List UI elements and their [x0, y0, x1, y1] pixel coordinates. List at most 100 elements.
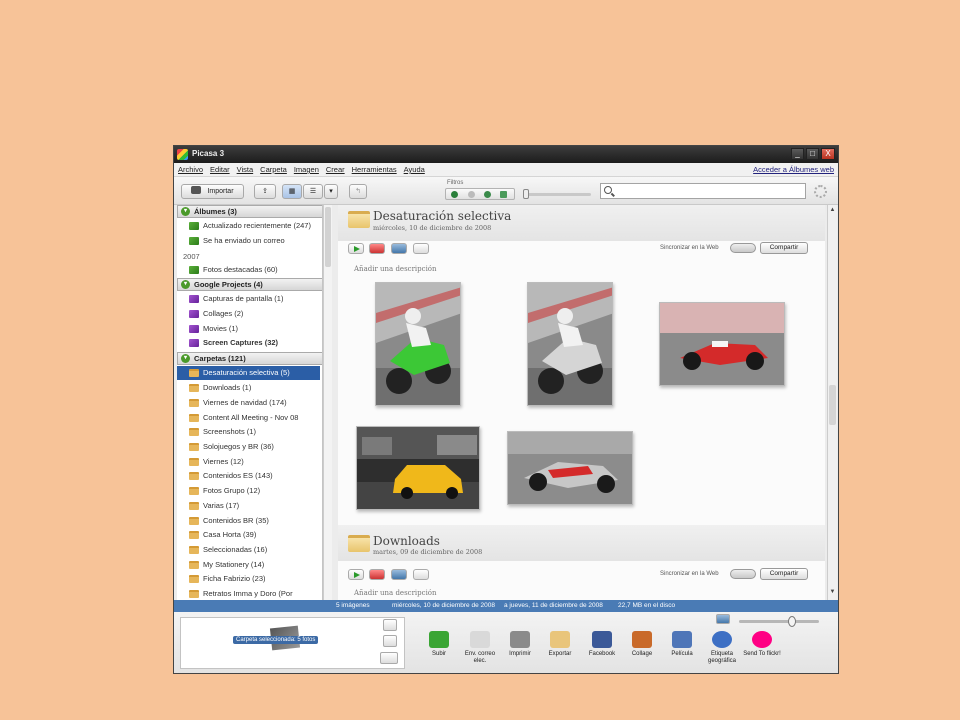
gear-icon[interactable]: [814, 185, 827, 198]
photo-motorbike-green[interactable]: [375, 282, 461, 406]
folder-item[interactable]: Fotos Grupo (12): [177, 484, 320, 498]
folder-item[interactable]: Ficha Fabrizio (23): [177, 572, 320, 586]
photo-f1-mclaren[interactable]: [507, 431, 633, 505]
folders-header[interactable]: ▾ Carpetas (121): [177, 352, 322, 365]
upload-icon[interactable]: ⇪: [254, 184, 276, 199]
folder-item[interactable]: Casa Horta (39): [177, 528, 320, 542]
menu-imagen[interactable]: Imagen: [294, 165, 319, 174]
project-item[interactable]: Screen Captures (32): [177, 336, 320, 350]
photo-f1-ferrari[interactable]: [659, 302, 785, 386]
scroll-down-icon[interactable]: ▼: [829, 589, 836, 597]
projects-header[interactable]: ▾ Google Projects (4): [177, 278, 322, 291]
web-albums-link[interactable]: Acceder a Álbumes web: [753, 165, 834, 174]
email-button[interactable]: Env. correo elec.: [460, 631, 500, 665]
album-item[interactable]: Se ha enviado un correo: [177, 234, 320, 248]
import-button[interactable]: Importar: [181, 184, 244, 199]
folder-item[interactable]: Contenidos ES (143): [177, 469, 320, 483]
folder-item[interactable]: Contenidos BR (35): [177, 514, 320, 528]
share-button[interactable]: Compartir: [760, 568, 808, 580]
sync-toggle[interactable]: [730, 569, 756, 579]
library-view-icon[interactable]: ▦: [282, 184, 302, 199]
folder-item[interactable]: Content All Meeting - Nov 08: [177, 411, 320, 425]
movie-icon[interactable]: [391, 243, 407, 254]
menu-ayuda[interactable]: Ayuda: [404, 165, 425, 174]
flickr-button[interactable]: Send To flickr!: [742, 631, 782, 658]
print-button[interactable]: Imprimir: [500, 631, 540, 658]
geotag-button[interactable]: Etiqueta geográfica: [702, 631, 742, 665]
collage-button[interactable]: Collage: [622, 631, 662, 658]
hold-pin-icon[interactable]: [383, 619, 397, 631]
add-description[interactable]: Añadir una descripción: [354, 265, 437, 273]
album-share-icon[interactable]: [413, 569, 429, 580]
photo-motorbike-grey[interactable]: [527, 282, 613, 406]
clear-selection-icon[interactable]: [383, 635, 397, 647]
folder-item[interactable]: Solojuegos y BR (36): [177, 440, 320, 454]
folder-item[interactable]: Screenshots (1): [177, 425, 320, 439]
scroll-thumb[interactable]: [829, 385, 836, 425]
back-arrow-icon[interactable]: ↰: [349, 184, 367, 199]
photo-taxi[interactable]: [356, 426, 480, 510]
face-filter-icon[interactable]: [484, 191, 491, 198]
sync-toggle[interactable]: [730, 243, 756, 253]
scroll-thumb[interactable]: [325, 207, 331, 267]
thumbnail-size-icon[interactable]: [716, 614, 730, 624]
albums-header[interactable]: ▾ Álbumes (3): [177, 205, 322, 218]
project-item[interactable]: Collages (2): [177, 307, 320, 321]
album-share-icon[interactable]: [413, 243, 429, 254]
timeline-view-icon[interactable]: ☰: [303, 184, 323, 199]
collapse-icon[interactable]: ▾: [181, 280, 190, 289]
photo-library-scrollbar[interactable]: ▲ ▼: [827, 205, 837, 600]
play-icon[interactable]: [348, 243, 364, 254]
thumbnail-size-slider[interactable]: [739, 620, 819, 623]
play-icon[interactable]: [348, 569, 364, 580]
folder-item[interactable]: Seleccionadas (16): [177, 543, 320, 557]
movie-filter-icon[interactable]: [468, 191, 475, 198]
folder-item[interactable]: Viernes (12): [177, 455, 320, 469]
folder-icon: [189, 414, 199, 422]
action-label: Imprimir: [509, 651, 531, 657]
scroll-up-icon[interactable]: ▲: [829, 207, 836, 215]
minimize-button[interactable]: _: [791, 148, 804, 160]
share-button[interactable]: Compartir: [760, 242, 808, 254]
movie-icon[interactable]: [391, 569, 407, 580]
folder-list-scrollbar[interactable]: [323, 205, 332, 600]
search-input[interactable]: [600, 183, 806, 199]
album-item[interactable]: Actualizado recientemente (247): [177, 219, 320, 233]
star-filter-icon[interactable]: [451, 191, 458, 198]
folder-item[interactable]: Varias (17): [177, 499, 320, 513]
date-filter-slider[interactable]: [525, 193, 591, 196]
export-button[interactable]: Exportar: [540, 631, 580, 658]
view-dropdown-icon[interactable]: ▾: [324, 184, 338, 199]
folder-item[interactable]: My Stationery (14): [177, 558, 320, 572]
folder-label: Seleccionadas (16): [203, 545, 268, 554]
facebook-button[interactable]: Facebook: [582, 631, 622, 658]
upload-button[interactable]: Subir: [419, 631, 459, 658]
collapse-icon[interactable]: ▾: [181, 354, 190, 363]
folder-item[interactable]: Downloads (1): [177, 381, 320, 395]
album-item[interactable]: Fotos destacadas (60): [177, 263, 320, 277]
menu-vista[interactable]: Vista: [237, 165, 254, 174]
menu-herramientas[interactable]: Herramientas: [352, 165, 397, 174]
label-dropdown-icon[interactable]: [380, 652, 398, 664]
collapse-icon[interactable]: ▾: [181, 207, 190, 216]
project-item[interactable]: Capturas de pantalla (1): [177, 292, 320, 306]
project-item[interactable]: Movies (1): [177, 322, 320, 336]
maximize-button[interactable]: □: [806, 148, 819, 160]
menu-archivo[interactable]: Archivo: [178, 165, 203, 174]
menu-carpeta[interactable]: Carpeta: [260, 165, 287, 174]
menu-crear[interactable]: Crear: [326, 165, 345, 174]
folder-item[interactable]: Viernes de navidad (174): [177, 396, 320, 410]
close-button[interactable]: X: [821, 148, 835, 160]
slideshow-icon[interactable]: [369, 569, 385, 580]
date-filter-knob[interactable]: [523, 189, 529, 199]
folder-item-selected[interactable]: Desaturación selectiva (5): [177, 366, 320, 380]
geotag-filter-icon[interactable]: [500, 191, 507, 198]
folder-item[interactable]: Retratos Imma y Doro (Por: [177, 587, 320, 600]
selection-tray[interactable]: Carpeta seleccionada: 5 fotos: [180, 617, 405, 669]
add-description[interactable]: Añadir una descripción: [354, 589, 437, 597]
movie-button[interactable]: Película: [662, 631, 702, 658]
slideshow-icon[interactable]: [369, 243, 385, 254]
menu-editar[interactable]: Editar: [210, 165, 230, 174]
thumbnail-size-knob[interactable]: [788, 616, 796, 627]
title-bar: Picasa 3 _ □ X: [174, 146, 838, 163]
